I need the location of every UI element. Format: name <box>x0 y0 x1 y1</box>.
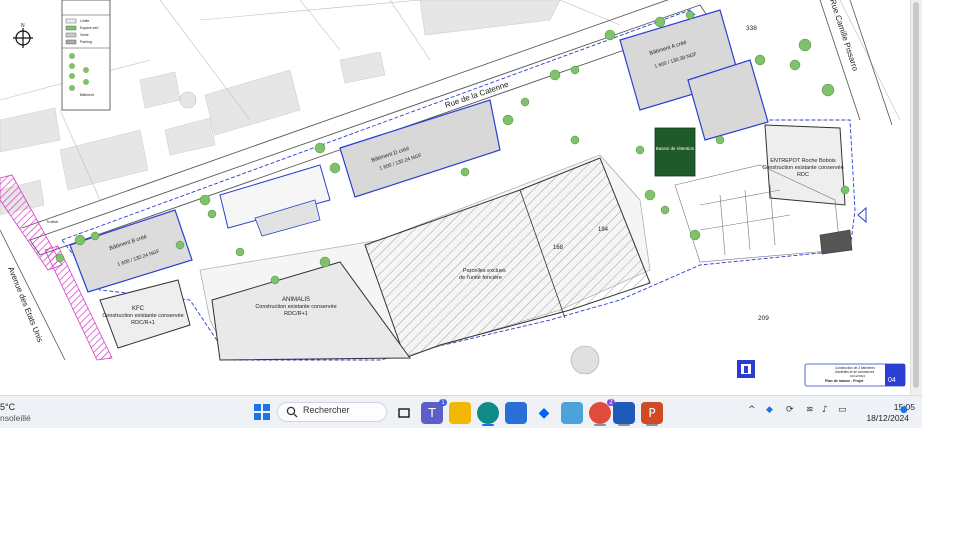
viewer-active-indicator <box>618 424 630 426</box>
task-view-icon[interactable] <box>393 402 415 424</box>
teams-icon[interactable]: T 1 <box>421 399 447 424</box>
street-label-avenue: Avenue des Etats Unis <box>6 265 45 343</box>
legend-box: Limite Espace vert Voirie Parking Bâtime… <box>61 0 111 111</box>
scrollbar-thumb[interactable] <box>913 2 919 388</box>
volume-icon[interactable]: ♪ <box>822 405 828 415</box>
search-icon <box>286 406 298 418</box>
architect-logo <box>737 360 755 378</box>
title-block: 04 Construction de 3 bâtiments d'activit… <box>804 363 906 387</box>
legend-item-2: Espace vert <box>80 26 99 30</box>
kfc-subtitle: Construction existante conservée <box>102 313 183 319</box>
cartouche-number: 04 <box>888 377 896 384</box>
parcel-number-194: 194 <box>598 227 609 233</box>
excluded-parcels <box>364 157 651 359</box>
notification-bell-icon[interactable]: ● <box>900 405 908 415</box>
edge-active-indicator <box>482 424 494 426</box>
image-viewer-icon[interactable] <box>613 402 635 424</box>
tree-large-bottom <box>570 345 600 375</box>
cartouche-date: 02/12/2024 <box>850 374 865 378</box>
parcel-number-209: 209 <box>758 315 769 322</box>
weather-description[interactable]: nsoleillé <box>0 413 31 423</box>
weather-temperature[interactable]: 5°C <box>0 402 15 412</box>
street-label-camille: Rue Camille Pissarro <box>828 0 860 73</box>
parcel-number-168: 168 <box>553 245 564 251</box>
store-icon[interactable] <box>505 402 527 424</box>
animalis-level: RDC/R+1 <box>284 311 308 317</box>
green-basin-label: Bassin de rétention <box>656 146 695 151</box>
dark-block <box>819 229 853 255</box>
site-plan-drawing: Rue de la Catenne Avenue des Etats Unis … <box>0 0 906 387</box>
parcel-excluded-label2: de l'unité foncière <box>459 275 502 281</box>
search-placeholder: Rechercher <box>303 405 350 415</box>
animalis-subtitle: Construction existante conservée <box>255 304 336 310</box>
kfc-title: KFC <box>132 306 145 312</box>
battery-icon[interactable]: ▭ <box>838 405 847 415</box>
dropbox-icon[interactable]: ◆ <box>533 402 555 424</box>
entrepot-level: RDC <box>797 172 809 178</box>
animalis-title: ANIMALIS <box>282 297 310 303</box>
sync-icon[interactable]: ⟳ <box>786 405 794 415</box>
teams-badge: 1 <box>439 399 447 406</box>
edge-browser-icon[interactable] <box>477 402 499 424</box>
legend-item-4: Parking <box>80 40 92 44</box>
parcel-number-338: 338 <box>746 25 757 32</box>
kfc-level: RDC/R+1 <box>131 320 155 326</box>
chrome-active-indicator <box>594 424 606 426</box>
parcel-excluded-label1: Parcelles exclues <box>463 268 506 274</box>
legend-item-3: Voirie <box>80 33 89 37</box>
entrepot-subtitle: Construction existante conservée <box>762 165 843 171</box>
cartouche-title: Plan de masse - Projet <box>825 379 864 383</box>
clock-time[interactable]: 15:05 <box>875 402 915 412</box>
section-marker <box>857 206 867 224</box>
north-arrow-icon: N <box>13 23 33 48</box>
photos-icon[interactable] <box>561 402 583 424</box>
road-annotation: Trottoir <box>46 219 59 224</box>
file-explorer-icon[interactable] <box>449 402 471 424</box>
desktop-screen: Rue de la Catenne Avenue des Etats Unis … <box>0 0 960 540</box>
powerpoint-icon[interactable]: P <box>641 402 663 424</box>
plan-viewer[interactable]: Rue de la Catenne Avenue des Etats Unis … <box>0 0 922 395</box>
show-hidden-icons-chevron-icon[interactable]: ^ <box>748 405 756 415</box>
north-label: N <box>21 23 25 29</box>
security-shield-icon[interactable]: ◆ <box>766 405 773 415</box>
wifi-icon[interactable]: ≋ <box>806 405 814 415</box>
chrome-icon[interactable]: 2 <box>589 399 615 424</box>
legend-item-1: Limite <box>80 19 89 23</box>
green-basin <box>654 127 696 177</box>
windows-start-icon[interactable] <box>252 402 272 422</box>
legend-item-5: Bâtiment <box>80 93 94 97</box>
ppt-active-indicator <box>646 424 658 426</box>
entrepot-title: ENTREPOT Roche Bobois <box>770 158 836 164</box>
tree-large-top <box>179 91 197 109</box>
